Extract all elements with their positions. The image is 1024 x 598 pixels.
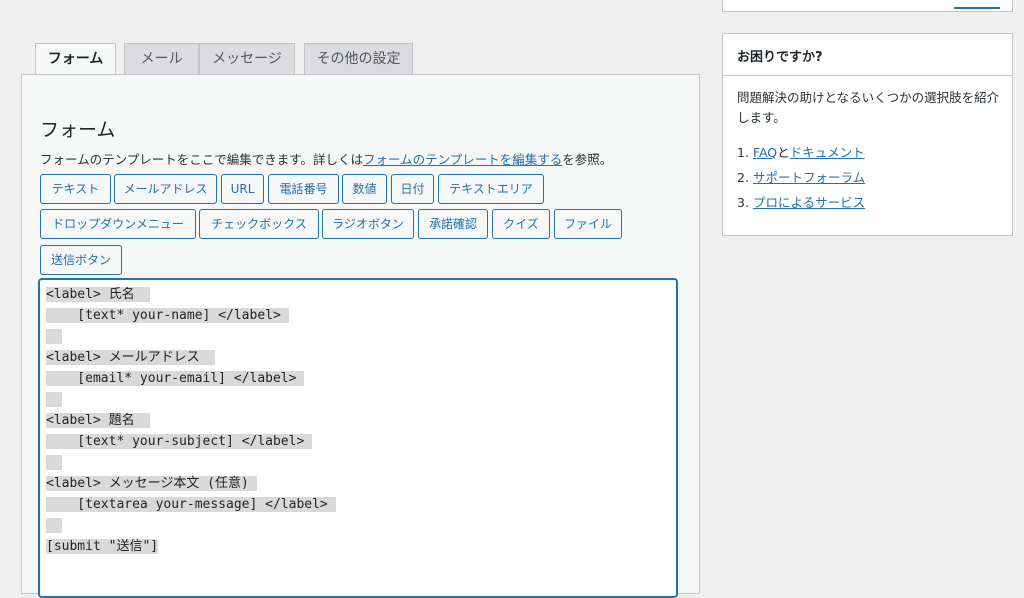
list-item: 1. FAQとドキュメント [737,140,865,165]
pro-services-link[interactable]: プロによるサービス [753,195,865,210]
list-item: 2. サポートフォーラム [737,165,865,190]
tag-button-date[interactable]: 日付 [391,174,434,204]
tab-additional-settings[interactable]: その他の設定 [304,43,413,74]
tag-button-text[interactable]: テキスト [40,174,111,204]
tab-form[interactable]: フォーム [35,43,116,76]
support-forum-link[interactable]: サポートフォーラム [753,170,865,185]
tag-button-url[interactable]: URL [221,174,264,204]
tag-button-number[interactable]: 数値 [342,174,387,204]
tab-mail[interactable]: メール [124,43,199,74]
code-line: <label> メールアドレス [46,347,216,368]
list-item: 3. プロによるサービス [737,190,865,215]
tag-button-tel[interactable]: 電話番号 [268,174,339,204]
code-line: [text* your-subject] </label> [46,431,313,452]
tab-messages[interactable]: メッセージ [199,43,295,74]
code-line: <label> メッセージ本文 (任意) [46,473,257,494]
docs-link[interactable]: ドキュメント [790,145,865,160]
sidebar-status-button[interactable] [954,3,1000,9]
code-line [46,452,62,473]
list-joiner: と [777,145,790,160]
code-line [46,515,62,536]
tag-button-acceptance[interactable]: 承諾確認 [418,209,488,239]
tag-button-checkbox[interactable]: チェックボックス [199,209,319,239]
divider [723,75,1012,76]
edit-template-link[interactable]: フォームのテンプレートを編集する [363,152,562,167]
code-line [46,389,62,410]
code-line: <label> 氏名 [46,284,151,305]
description-suffix: を参照。 [562,152,613,167]
tag-button-textarea[interactable]: テキストエリア [438,174,544,204]
code-line [46,326,62,347]
code-line: <label> 題名 [46,410,151,431]
form-description: フォームのテンプレートをここで編集できます。詳しくはフォームのテンプレートを編集… [40,149,612,168]
sidebar-status-box [722,0,1013,12]
list-number: 2. [737,170,749,185]
tag-button-file[interactable]: ファイル [554,209,622,239]
code-line: [textarea your-message] </label> [46,494,336,515]
help-box: お困りですか? 問題解決の助けとなるいくつかの選択肢を紹介します。 1. FAQと… [722,33,1013,236]
tag-button-submit[interactable]: 送信ボタン [40,245,122,275]
list-number: 3. [737,195,749,210]
tag-button-radio[interactable]: ラジオボタン [322,209,414,239]
description-text: フォームのテンプレートをここで編集できます。詳しくは [40,152,364,167]
form-title: フォーム [40,119,116,141]
help-title: お困りですか? [737,50,823,65]
faq-link[interactable]: FAQ [753,145,777,160]
help-list: 1. FAQとドキュメント 2. サポートフォーラム 3. プロによるサービス [737,140,865,215]
form-template-editor[interactable]: <label> 氏名 [text* your-name] </label> <l… [38,278,678,598]
form-panel: フォーム フォームのテンプレートをここで編集できます。詳しくはフォームのテンプレ… [21,74,700,598]
code-line: [email* your-email] </label> [46,368,305,389]
code-line: [submit "送信"] [46,539,159,554]
tag-button-dropdown[interactable]: ドロップダウンメニュー [40,209,196,239]
tag-button-email[interactable]: メールアドレス [114,174,217,204]
help-text: 問題解決の助けとなるいくつかの選択肢を紹介します。 [737,90,1000,125]
code-line: [text* your-name] </label> [46,305,289,326]
tag-button-quiz[interactable]: クイズ [492,209,550,239]
list-number: 1. [737,145,749,160]
